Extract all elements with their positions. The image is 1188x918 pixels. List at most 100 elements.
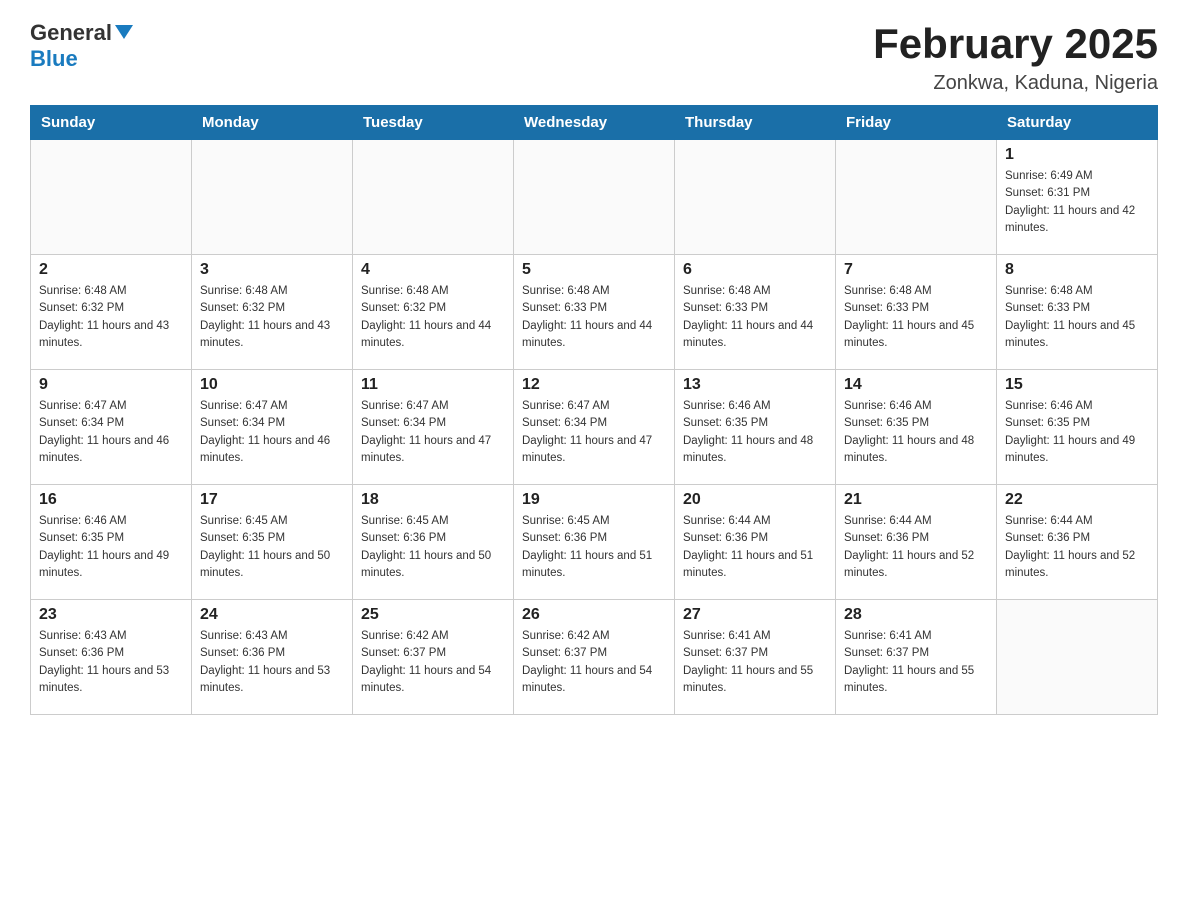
day-number: 24 (200, 606, 344, 624)
table-row: 15Sunrise: 6:46 AMSunset: 6:35 PMDayligh… (997, 370, 1158, 485)
day-info: Sunrise: 6:48 AMSunset: 6:33 PMDaylight:… (844, 283, 988, 352)
table-row: 19 Sunrise: 6:45 AMSunset: 6:36 PMDayligh… (514, 485, 675, 600)
logo: General Blue (30, 20, 133, 72)
table-row (514, 140, 675, 255)
calendar-week-row: 1 Sunrise: 6:49 AMSunset: 6:31 PMDaylight… (31, 140, 1158, 255)
col-tuesday: Tuesday (353, 106, 514, 140)
table-row: 24 Sunrise: 6:43 AMSunset: 6:36 PMDayligh… (192, 600, 353, 715)
table-row (997, 600, 1158, 715)
table-row: 20Sunrise: 6:44 AMSunset: 6:36 PMDayligh… (675, 485, 836, 600)
table-row: 16 Sunrise: 6:46 AMSunset: 6:35 PMDayligh… (31, 485, 192, 600)
table-row: 8 Sunrise: 6:48 AMSunset: 6:33 PMDaylight… (997, 255, 1158, 370)
day-info: Sunrise: 6:47 AMSunset: 6:34 PMDaylight:… (200, 398, 344, 467)
calendar-week-row: 16 Sunrise: 6:46 AMSunset: 6:35 PMDayligh… (31, 485, 1158, 600)
day-number: 16 (39, 491, 183, 509)
table-row: 11Sunrise: 6:47 AMSunset: 6:34 PMDayligh… (353, 370, 514, 485)
table-row: 21 Sunrise: 6:44 AMSunset: 6:36 PMDayligh… (836, 485, 997, 600)
day-info: Sunrise: 6:46 AMSunset: 6:35 PMDaylight:… (844, 398, 988, 467)
page-header: General Blue February 2025 Zonkwa, Kadun… (30, 20, 1158, 95)
day-info: Sunrise: 6:45 AMSunset: 6:35 PMDaylight:… (200, 513, 344, 582)
day-info: Sunrise: 6:41 AMSunset: 6:37 PMDaylight:… (844, 628, 988, 697)
table-row: 3 Sunrise: 6:48 AMSunset: 6:32 PMDaylight… (192, 255, 353, 370)
title-block: February 2025 Zonkwa, Kaduna, Nigeria (873, 20, 1158, 95)
day-info: Sunrise: 6:48 AMSunset: 6:32 PMDaylight:… (361, 283, 505, 352)
month-title: February 2025 (873, 20, 1158, 68)
table-row: 14 Sunrise: 6:46 AMSunset: 6:35 PMDayligh… (836, 370, 997, 485)
day-number: 21 (844, 491, 988, 509)
logo-text-general: General (30, 20, 112, 46)
col-friday: Friday (836, 106, 997, 140)
table-row: 22 Sunrise: 6:44 AMSunset: 6:36 PMDayligh… (997, 485, 1158, 600)
table-row (353, 140, 514, 255)
day-number: 9 (39, 376, 183, 394)
table-row: 1 Sunrise: 6:49 AMSunset: 6:31 PMDaylight… (997, 140, 1158, 255)
day-number: 7 (844, 261, 988, 279)
day-number: 2 (39, 261, 183, 279)
day-number: 4 (361, 261, 505, 279)
day-info: Sunrise: 6:48 AMSunset: 6:33 PMDaylight:… (522, 283, 666, 352)
day-number: 14 (844, 376, 988, 394)
calendar-week-row: 2 Sunrise: 6:48 AMSunset: 6:32 PMDaylight… (31, 255, 1158, 370)
day-info: Sunrise: 6:47 AMSunset: 6:34 PMDaylight:… (522, 398, 666, 467)
day-number: 26 (522, 606, 666, 624)
day-number: 6 (683, 261, 827, 279)
col-monday: Monday (192, 106, 353, 140)
day-number: 17 (200, 491, 344, 509)
day-number: 22 (1005, 491, 1149, 509)
location-title: Zonkwa, Kaduna, Nigeria (873, 72, 1158, 95)
day-info: Sunrise: 6:43 AMSunset: 6:36 PMDaylight:… (39, 628, 183, 697)
day-number: 28 (844, 606, 988, 624)
day-number: 3 (200, 261, 344, 279)
day-number: 12 (522, 376, 666, 394)
day-number: 15 (1005, 376, 1149, 394)
table-row: 6Sunrise: 6:48 AMSunset: 6:33 PMDaylight… (675, 255, 836, 370)
day-info: Sunrise: 6:44 AMSunset: 6:36 PMDaylight:… (1005, 513, 1149, 582)
day-number: 18 (361, 491, 505, 509)
table-row: 9 Sunrise: 6:47 AMSunset: 6:34 PMDaylight… (31, 370, 192, 485)
table-row: 7 Sunrise: 6:48 AMSunset: 6:33 PMDaylight… (836, 255, 997, 370)
day-number: 23 (39, 606, 183, 624)
table-row: 5 Sunrise: 6:48 AMSunset: 6:33 PMDaylight… (514, 255, 675, 370)
calendar-week-row: 9 Sunrise: 6:47 AMSunset: 6:34 PMDaylight… (31, 370, 1158, 485)
logo-text-blue: Blue (30, 46, 78, 72)
day-number: 11 (361, 376, 505, 394)
day-info: Sunrise: 6:45 AMSunset: 6:36 PMDaylight:… (522, 513, 666, 582)
day-number: 25 (361, 606, 505, 624)
day-info: Sunrise: 6:46 AMSunset: 6:35 PMDaylight:… (39, 513, 183, 582)
col-saturday: Saturday (997, 106, 1158, 140)
col-thursday: Thursday (675, 106, 836, 140)
day-number: 8 (1005, 261, 1149, 279)
day-info: Sunrise: 6:43 AMSunset: 6:36 PMDaylight:… (200, 628, 344, 697)
day-info: Sunrise: 6:48 AMSunset: 6:32 PMDaylight:… (200, 283, 344, 352)
day-info: Sunrise: 6:44 AMSunset: 6:36 PMDaylight:… (844, 513, 988, 582)
day-info: Sunrise: 6:45 AMSunset: 6:36 PMDaylight:… (361, 513, 505, 582)
table-row: 23 Sunrise: 6:43 AMSunset: 6:36 PMDayligh… (31, 600, 192, 715)
table-row (192, 140, 353, 255)
calendar-header-row: Sunday Monday Tuesday Wednesday Thursday… (31, 106, 1158, 140)
logo-arrow-icon (115, 25, 133, 44)
calendar-table: Sunday Monday Tuesday Wednesday Thursday… (30, 105, 1158, 715)
day-number: 20 (683, 491, 827, 509)
calendar-week-row: 23 Sunrise: 6:43 AMSunset: 6:36 PMDayligh… (31, 600, 1158, 715)
table-row: 12 Sunrise: 6:47 AMSunset: 6:34 PMDayligh… (514, 370, 675, 485)
day-number: 1 (1005, 146, 1149, 164)
day-number: 13 (683, 376, 827, 394)
table-row: 28 Sunrise: 6:41 AMSunset: 6:37 PMDayligh… (836, 600, 997, 715)
day-info: Sunrise: 6:48 AMSunset: 6:32 PMDaylight:… (39, 283, 183, 352)
table-row: 27Sunrise: 6:41 AMSunset: 6:37 PMDayligh… (675, 600, 836, 715)
day-info: Sunrise: 6:46 AMSunset: 6:35 PMDaylight:… (683, 398, 827, 467)
table-row (31, 140, 192, 255)
day-info: Sunrise: 6:49 AMSunset: 6:31 PMDaylight:… (1005, 168, 1149, 237)
day-info: Sunrise: 6:42 AMSunset: 6:37 PMDaylight:… (522, 628, 666, 697)
day-number: 5 (522, 261, 666, 279)
day-number: 19 (522, 491, 666, 509)
day-info: Sunrise: 6:47 AMSunset: 6:34 PMDaylight:… (39, 398, 183, 467)
col-wednesday: Wednesday (514, 106, 675, 140)
table-row: 17 Sunrise: 6:45 AMSunset: 6:35 PMDayligh… (192, 485, 353, 600)
table-row: 18 Sunrise: 6:45 AMSunset: 6:36 PMDayligh… (353, 485, 514, 600)
table-row: 2 Sunrise: 6:48 AMSunset: 6:32 PMDaylight… (31, 255, 192, 370)
table-row: 26 Sunrise: 6:42 AMSunset: 6:37 PMDayligh… (514, 600, 675, 715)
table-row: 13 Sunrise: 6:46 AMSunset: 6:35 PMDayligh… (675, 370, 836, 485)
day-info: Sunrise: 6:48 AMSunset: 6:33 PMDaylight:… (1005, 283, 1149, 352)
table-row: 25Sunrise: 6:42 AMSunset: 6:37 PMDayligh… (353, 600, 514, 715)
